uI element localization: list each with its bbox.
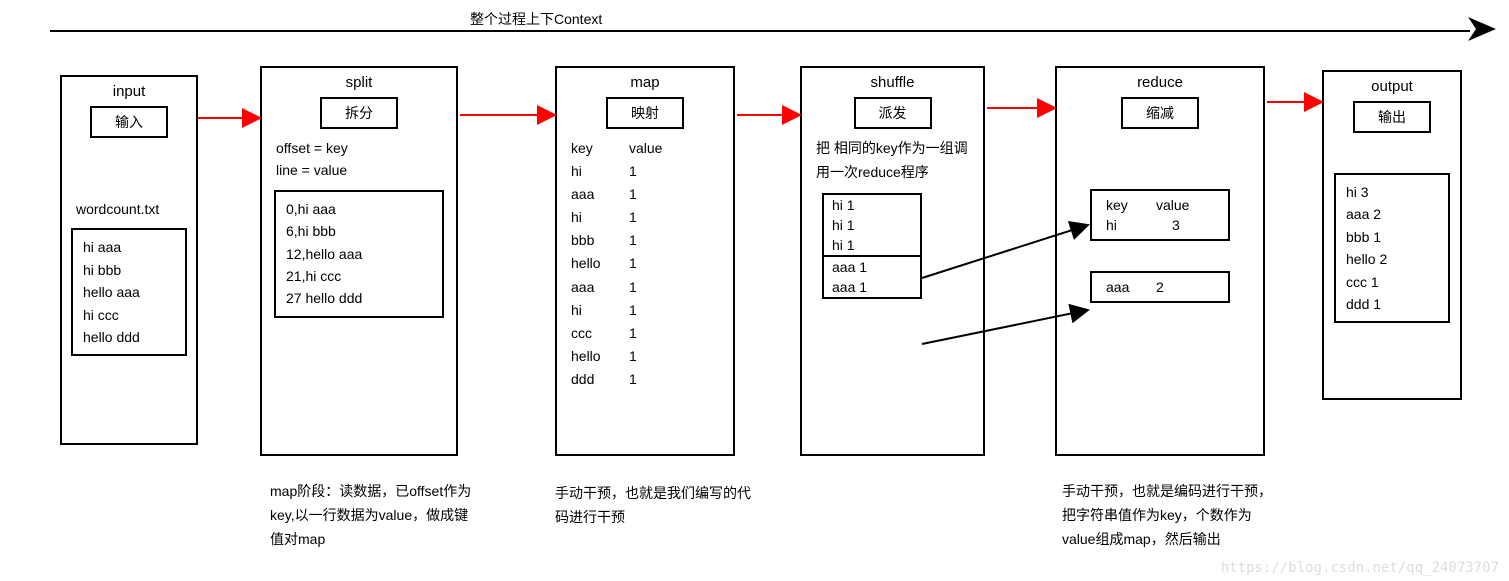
split-row: 21,hi ccc — [286, 265, 432, 287]
output-subtitle: 输出 — [1353, 101, 1431, 133]
split-row: 6,hi bbb — [286, 220, 432, 242]
shuffle-group-aaa: aaa 1 aaa 1 — [822, 257, 922, 299]
file-line: hi ccc — [83, 304, 175, 326]
map-row: aaa1 — [571, 276, 719, 299]
file-line: hello aaa — [83, 281, 175, 303]
output-rows: hi 3 aaa 2 bbb 1 hello 2 ccc 1 ddd 1 — [1334, 173, 1450, 323]
shuffle-item: hi 1 — [824, 195, 920, 215]
header-title: 整个过程上下Context — [470, 9, 602, 29]
split-desc: offset = key line = value — [276, 137, 442, 182]
reduce-key: hi — [1106, 217, 1172, 233]
shuffle-desc: 把 相同的key作为一组调用一次reduce程序 — [816, 137, 969, 185]
map-subtitle: 映射 — [606, 97, 684, 129]
input-file-content: hi aaa hi bbb hello aaa hi ccc hello ddd — [71, 228, 187, 356]
header-underline — [50, 30, 1470, 32]
split-rows: 0,hi aaa 6,hi bbb 12,hello aaa 21,hi ccc… — [274, 190, 444, 318]
file-line: hello ddd — [83, 326, 175, 348]
shuffle-item: aaa 1 — [824, 277, 920, 297]
reduce-key: aaa — [1106, 279, 1156, 295]
split-row: 27 hello ddd — [286, 287, 432, 309]
output-row: ddd 1 — [1346, 293, 1438, 315]
map-caption: 手动干预，也就是我们编写的代码进行干预 — [555, 482, 755, 530]
reduce-val: 2 — [1156, 279, 1164, 295]
map-row: hi1 — [571, 299, 719, 322]
input-subtitle: 输入 — [90, 106, 168, 138]
file-line: hi bbb — [83, 259, 175, 281]
split-caption: map阶段：读数据，已offset作为key,以一行数据为value，做成键值对… — [270, 480, 475, 551]
reduce-box-hi: keyvalue hi3 — [1090, 189, 1230, 241]
map-row: ccc1 — [571, 322, 719, 345]
map-row: hi1 — [571, 206, 719, 229]
output-title: output — [1324, 78, 1460, 95]
output-row: aaa 2 — [1346, 203, 1438, 225]
split-subtitle: 拆分 — [320, 97, 398, 129]
split-desc-line: offset = key — [276, 137, 442, 159]
stage-map: map 映射 key value hi1 aaa1 hi1 bbb1 hello… — [555, 66, 735, 456]
input-filename: wordcount.txt — [76, 198, 182, 220]
output-row: hi 3 — [1346, 181, 1438, 203]
input-title: input — [62, 83, 196, 100]
map-header-key: key — [571, 137, 629, 160]
stage-input: input 输入 wordcount.txt hi aaa hi bbb hel… — [60, 75, 198, 445]
output-row: ccc 1 — [1346, 271, 1438, 293]
map-header-val: value — [629, 137, 662, 160]
output-row: hello 2 — [1346, 248, 1438, 270]
map-row: hi1 — [571, 160, 719, 183]
map-row: aaa1 — [571, 183, 719, 206]
header-arrow-icon — [1468, 17, 1498, 47]
shuffle-subtitle: 派发 — [854, 97, 932, 129]
stage-output: output 输出 hi 3 aaa 2 bbb 1 hello 2 ccc 1… — [1322, 70, 1462, 400]
split-row: 0,hi aaa — [286, 198, 432, 220]
watermark: https://blog.csdn.net/qq_24073707 — [1221, 560, 1499, 576]
shuffle-item: hi 1 — [824, 235, 920, 255]
reduce-header-val: value — [1156, 197, 1189, 213]
shuffle-title: shuffle — [802, 74, 983, 91]
split-row: 12,hello aaa — [286, 243, 432, 265]
map-row: hello1 — [571, 345, 719, 368]
map-table: key value hi1 aaa1 hi1 bbb1 hello1 aaa1 … — [571, 137, 719, 391]
map-row: bbb1 — [571, 229, 719, 252]
reduce-box-aaa: aaa2 — [1090, 271, 1230, 303]
map-title: map — [557, 74, 733, 91]
reduce-caption: 手动干预，也就是编码进行干预，把字符串值作为key，个数作为value组成map… — [1062, 480, 1272, 551]
stage-shuffle: shuffle 派发 把 相同的key作为一组调用一次reduce程序 hi 1… — [800, 66, 985, 456]
map-row: ddd1 — [571, 368, 719, 391]
shuffle-group-hi: hi 1 hi 1 hi 1 — [822, 193, 922, 257]
split-title: split — [262, 74, 456, 91]
reduce-header-key: key — [1106, 197, 1156, 213]
shuffle-item: aaa 1 — [824, 257, 920, 277]
map-row: hello1 — [571, 252, 719, 275]
shuffle-item: hi 1 — [824, 215, 920, 235]
split-desc-line: line = value — [276, 159, 442, 181]
reduce-subtitle: 缩减 — [1121, 97, 1199, 129]
reduce-val: 3 — [1172, 217, 1180, 233]
reduce-title: reduce — [1057, 74, 1263, 91]
output-row: bbb 1 — [1346, 226, 1438, 248]
file-line: hi aaa — [83, 236, 175, 258]
stage-split: split 拆分 offset = key line = value 0,hi … — [260, 66, 458, 456]
stage-reduce: reduce 缩减 keyvalue hi3 aaa2 — [1055, 66, 1265, 456]
map-header-row: key value — [571, 137, 719, 160]
